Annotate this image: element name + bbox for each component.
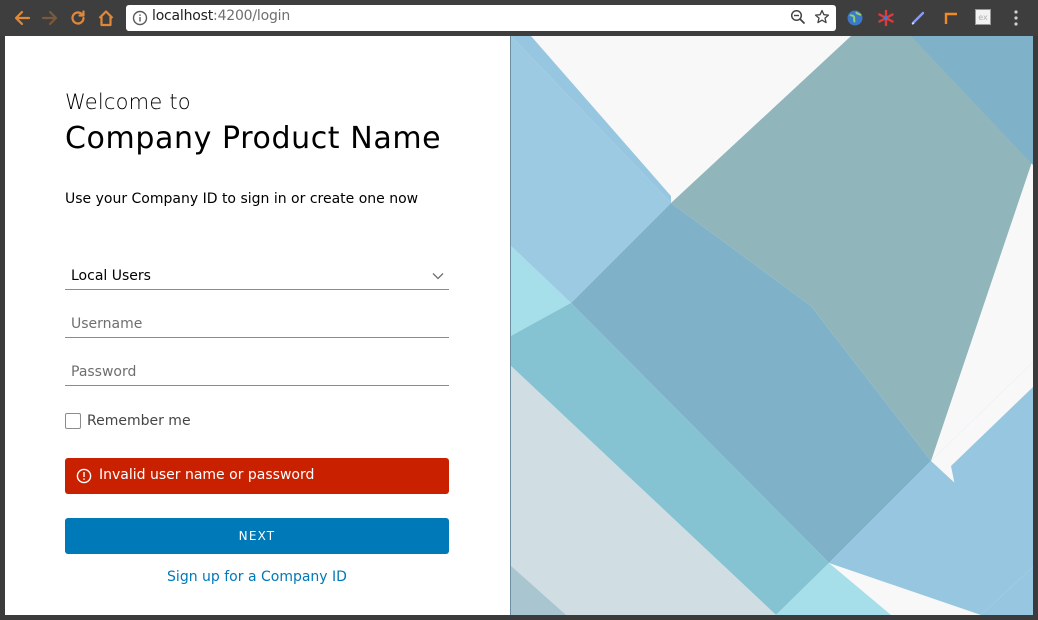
back-arrow-icon[interactable] bbox=[10, 6, 34, 30]
menu-dots-icon[interactable] bbox=[1008, 8, 1024, 28]
username-placeholder: Username bbox=[71, 316, 143, 332]
next-button[interactable]: NEXT bbox=[65, 518, 449, 554]
auth-source-value: Local Users bbox=[71, 268, 151, 284]
zoom-icon[interactable] bbox=[790, 9, 806, 25]
browser-window: localhost:4200/login ex Welcome to Compa… bbox=[0, 0, 1038, 620]
geometric-pattern-image bbox=[511, 36, 1033, 615]
auth-source-select[interactable]: Local Users bbox=[65, 264, 449, 290]
page-viewport: Welcome to Company Product Name Use your… bbox=[5, 36, 1033, 615]
url-text[interactable]: localhost:4200/login bbox=[152, 8, 290, 24]
pen-extension-icon[interactable] bbox=[908, 8, 928, 28]
corner-extension-icon[interactable] bbox=[941, 8, 961, 28]
password-placeholder: Password bbox=[71, 364, 137, 380]
error-icon bbox=[76, 468, 92, 484]
error-alert: Invalid user name or password bbox=[65, 458, 449, 494]
login-form-pane: Welcome to Company Product Name Use your… bbox=[5, 36, 510, 615]
decorative-background bbox=[510, 36, 1033, 615]
error-message: Invalid user name or password bbox=[99, 467, 315, 483]
home-icon[interactable] bbox=[94, 6, 118, 30]
username-input[interactable]: Username bbox=[65, 312, 449, 338]
info-icon[interactable] bbox=[132, 10, 148, 26]
ex-extension-icon[interactable]: ex bbox=[975, 9, 991, 25]
address-bar[interactable]: localhost:4200/login bbox=[126, 5, 836, 31]
password-input[interactable]: Password bbox=[65, 360, 449, 386]
remember-me-label[interactable]: Remember me bbox=[87, 413, 191, 429]
browser-toolbar: localhost:4200/login ex bbox=[0, 0, 1038, 36]
star-icon[interactable] bbox=[814, 9, 830, 25]
globe-extension-icon[interactable] bbox=[845, 8, 865, 28]
remember-me-checkbox[interactable] bbox=[65, 413, 81, 429]
product-name-heading: Company Product Name bbox=[65, 121, 442, 156]
signin-instructions: Use your Company ID to sign in or create… bbox=[65, 191, 419, 207]
chevron-down-icon bbox=[432, 273, 444, 280]
signup-link[interactable]: Sign up for a Company ID bbox=[65, 569, 449, 585]
welcome-heading: Welcome to bbox=[65, 90, 191, 114]
forward-arrow-icon[interactable] bbox=[38, 6, 62, 30]
reload-icon[interactable] bbox=[66, 6, 90, 30]
asterisk-extension-icon[interactable] bbox=[876, 8, 896, 28]
ex-extension-label: ex bbox=[978, 12, 988, 22]
